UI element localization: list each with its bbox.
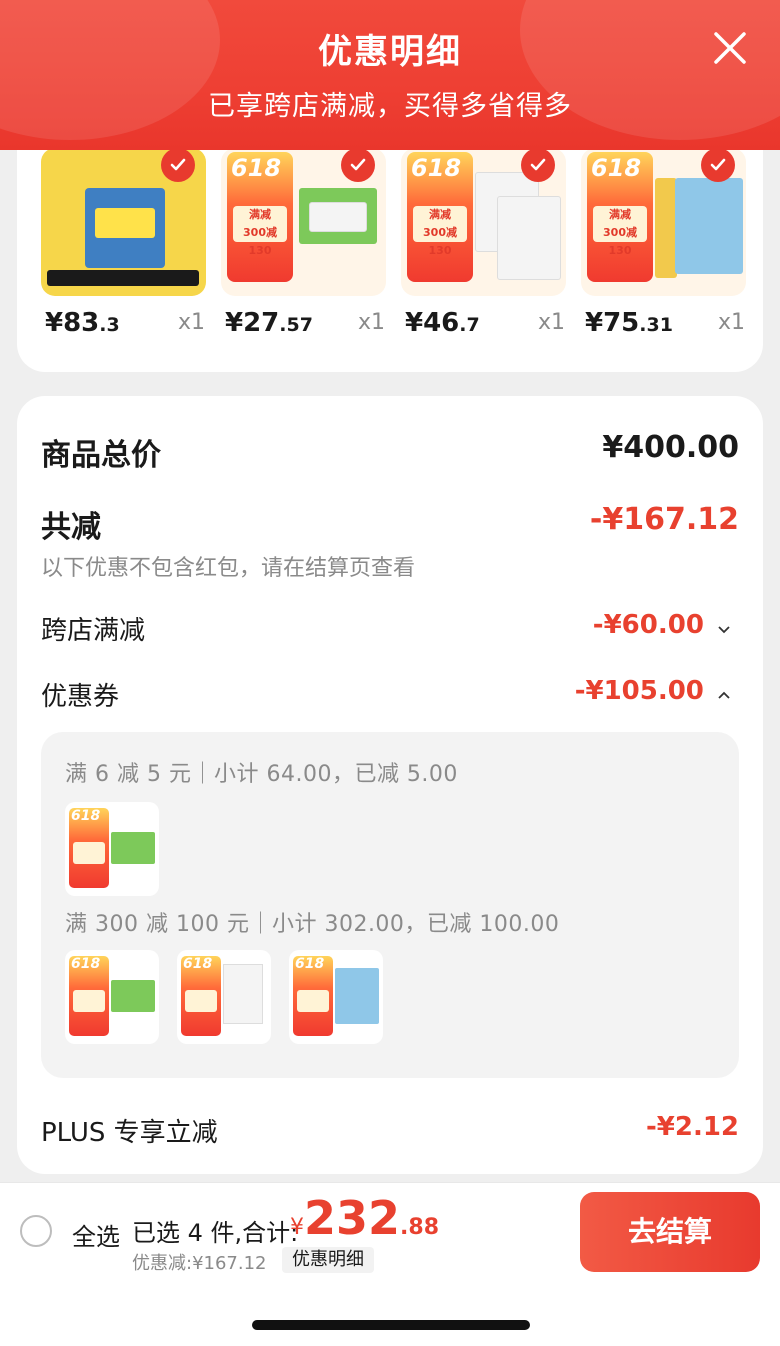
checkout-bar: 全选 已选 4 件,合计: ¥232.88 优惠减:¥167.12 优惠明细 去… <box>0 1182 780 1278</box>
page: 优惠明细 已享跨店满减，买得多省得多 ¥83.3 x1 618 满减 300减1… <box>0 0 780 1346</box>
total-reduction-value: -¥167.12 <box>589 502 739 537</box>
coupon-item-thumb: 618 <box>65 802 159 896</box>
coupon-label: 优惠券 <box>41 682 120 712</box>
product-item[interactable]: ¥83.3 x1 <box>41 148 209 348</box>
price-summary-card: 商品总价 ¥400.00 共减 -¥167.12 以下优惠不包含红包，请在结算页… <box>17 396 763 1174</box>
discount-detail-header: 优惠明细 已享跨店满减，买得多省得多 <box>0 0 780 150</box>
goods-total-label: 商品总价 <box>41 438 161 473</box>
checked-icon[interactable] <box>161 148 195 182</box>
chevron-up-icon[interactable] <box>717 688 731 702</box>
cross-store-row[interactable]: 跨店满减 -¥60.00 <box>41 610 739 650</box>
home-indicator[interactable] <box>252 1320 530 1330</box>
checked-icon[interactable] <box>701 148 735 182</box>
product-quantity: x1 <box>537 310 565 335</box>
page-subtitle: 已享跨店满减，买得多省得多 <box>208 91 572 122</box>
goods-total-value: ¥400.00 <box>602 430 739 465</box>
discount-note: 优惠减:¥167.12 <box>132 1253 267 1274</box>
close-button[interactable] <box>710 28 750 68</box>
coupon-item-thumb: 618 <box>65 950 159 1044</box>
coupon-rule-2: 满 300 减 100 元｜小计 302.00，已减 100.00 <box>65 912 560 937</box>
coupon-value: -¥105.00 <box>574 676 704 706</box>
product-quantity: x1 <box>357 310 385 335</box>
close-icon <box>714 32 746 64</box>
plus-discount-row: PLUS 专享立减 -¥2.12 <box>41 1112 739 1152</box>
selected-info: 已选 4 件,合计: <box>132 1219 299 1247</box>
coupon-item-thumb: 618 <box>289 950 383 1044</box>
select-all-radio[interactable] <box>20 1215 52 1247</box>
checkout-button[interactable]: 去结算 <box>580 1192 760 1272</box>
goods-total-row: 商品总价 ¥400.00 <box>41 430 739 473</box>
product-price: ¥46.7 <box>405 308 480 338</box>
product-strip: ¥83.3 x1 618 满减 300减130 ¥27.57 x1 618 满减 300… <box>17 120 763 372</box>
checked-icon[interactable] <box>521 148 555 182</box>
total-reduction-row: 共减 -¥167.12 <box>41 502 739 545</box>
coupon-breakdown: 满 6 减 5 元｜小计 64.00，已减 5.00 618 满 300 减 1… <box>41 732 739 1078</box>
total-reduction-label: 共减 <box>41 510 101 545</box>
coupon-item-thumb: 618 <box>177 950 271 1044</box>
product-item[interactable]: 618 满减 300减130 ¥46.7 x1 <box>401 148 569 348</box>
coupon-row[interactable]: 优惠券 -¥105.00 <box>41 676 739 716</box>
chevron-down-icon[interactable] <box>717 622 731 636</box>
checked-icon[interactable] <box>341 148 375 182</box>
product-item[interactable]: 618 满减 300减130 ¥75.31 x1 <box>581 148 749 348</box>
product-price: ¥83.3 <box>45 308 120 338</box>
reduction-note: 以下优惠不包含红包，请在结算页查看 <box>41 556 416 581</box>
product-quantity: x1 <box>177 310 205 335</box>
plus-discount-label: PLUS 专享立减 <box>41 1118 218 1148</box>
coupon-rule-1: 满 6 减 5 元｜小计 64.00，已减 5.00 <box>65 762 458 787</box>
product-item[interactable]: 618 满减 300减130 ¥27.57 x1 <box>221 148 389 348</box>
reduction-note-row: 以下优惠不包含红包，请在结算页查看 <box>41 550 739 581</box>
product-price: ¥27.57 <box>225 308 313 338</box>
home-area <box>0 1278 780 1346</box>
plus-discount-value: -¥2.12 <box>645 1112 739 1142</box>
page-title: 优惠明细 <box>318 32 462 72</box>
select-all-label[interactable]: 全选 <box>72 1217 120 1252</box>
total-amount: ¥232.88 <box>290 1191 440 1245</box>
product-quantity: x1 <box>717 310 745 335</box>
product-price: ¥75.31 <box>585 308 673 338</box>
cross-store-label: 跨店满减 <box>41 616 146 646</box>
cross-store-value: -¥60.00 <box>592 610 704 640</box>
discount-detail-button[interactable]: 优惠明细 <box>282 1247 374 1273</box>
